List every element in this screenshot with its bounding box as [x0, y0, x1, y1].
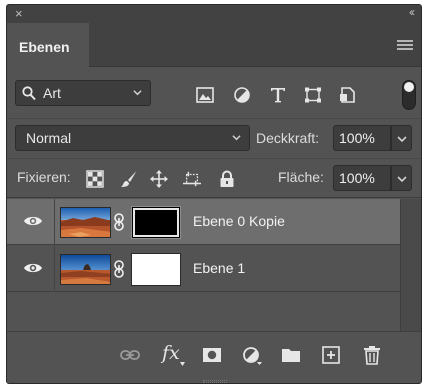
search-icon: [22, 86, 36, 104]
link-layers-icon[interactable]: [120, 345, 140, 365]
lock-image-pixels-icon[interactable]: [120, 170, 138, 188]
eye-icon[interactable]: [23, 261, 43, 275]
pixel-layer-filter-icon[interactable]: [196, 87, 214, 103]
blend-mode-value: Normal: [26, 130, 72, 146]
shape-layer-filter-icon[interactable]: [304, 87, 322, 103]
blend-mode-row: Normal Deckkraft: 100%: [7, 119, 421, 159]
filter-kind-label: Art: [43, 85, 61, 101]
chevron-down-icon: [397, 136, 407, 143]
new-adjustment-layer-icon[interactable]: [242, 345, 262, 365]
layers-panel: × ‹‹ Ebenen Art Normal Deckkraft: 100% F…: [6, 4, 422, 384]
hamburger-menu-icon[interactable]: [397, 40, 413, 51]
layer-thumbnail: [60, 207, 111, 238]
layer-row[interactable]: Ebene 1: [7, 246, 400, 292]
prevent-autonest-icon[interactable]: [183, 170, 201, 188]
adjustment-layer-filter-icon[interactable]: [233, 87, 251, 103]
close-icon[interactable]: ×: [15, 6, 23, 21]
smart-object-filter-icon[interactable]: [338, 87, 356, 103]
fill-input[interactable]: 100%: [333, 165, 391, 191]
blend-mode-select[interactable]: Normal: [15, 125, 250, 151]
lock-all-icon[interactable]: [218, 170, 236, 188]
layers-bottom-bar: fx: [7, 331, 421, 383]
panel-titlebar: × ‹‹: [7, 5, 421, 23]
layer-mask-thumbnail[interactable]: [131, 253, 181, 286]
resize-grip[interactable]: [203, 380, 227, 383]
collapse-icon[interactable]: ‹‹: [409, 5, 415, 19]
layers-scrollbar[interactable]: [400, 199, 421, 331]
mask-link-icon[interactable]: [113, 260, 125, 278]
type-layer-filter-icon[interactable]: [269, 87, 287, 103]
layer-name[interactable]: Ebene 0 Kopie: [193, 213, 285, 229]
opacity-dropdown-button[interactable]: [391, 125, 412, 151]
fx-dropdown-indicator-icon: [180, 362, 185, 366]
delete-layer-icon[interactable]: [362, 345, 382, 365]
lock-position-icon[interactable]: [150, 170, 168, 188]
fill-label: Fläche:: [278, 169, 324, 185]
layer-filter-row: Art: [7, 67, 421, 119]
chevron-down-icon: [397, 176, 407, 183]
lock-row: Fixieren: Fläche: 100%: [7, 159, 421, 198]
layer-mask-thumbnail[interactable]: [131, 206, 181, 239]
new-layer-icon[interactable]: [321, 345, 341, 365]
layers-list: Ebene 0 Kopie Ebene 1: [7, 199, 400, 331]
add-mask-icon[interactable]: [202, 345, 222, 365]
layer-name[interactable]: Ebene 1: [193, 260, 245, 276]
layer-row[interactable]: Ebene 0 Kopie: [7, 199, 400, 245]
panel-tabbar: Ebenen: [7, 23, 421, 68]
new-group-icon[interactable]: [281, 345, 301, 365]
lock-label: Fixieren:: [17, 169, 71, 185]
filter-kind-select[interactable]: Art: [15, 80, 151, 106]
filter-toggle-switch[interactable]: [402, 80, 416, 110]
fill-dropdown-button[interactable]: [391, 165, 412, 191]
chevron-down-icon: [133, 90, 142, 96]
layer-thumbnail: [60, 254, 111, 285]
opacity-label: Deckkraft:: [256, 130, 320, 146]
fx-icon[interactable]: fx: [162, 342, 180, 364]
chevron-down-icon: [232, 135, 241, 141]
eye-icon[interactable]: [23, 214, 43, 228]
tab-layers[interactable]: Ebenen: [7, 23, 89, 68]
opacity-input[interactable]: 100%: [333, 125, 391, 151]
lock-transparent-pixels-icon[interactable]: [86, 170, 104, 188]
mask-link-icon[interactable]: [113, 213, 125, 231]
